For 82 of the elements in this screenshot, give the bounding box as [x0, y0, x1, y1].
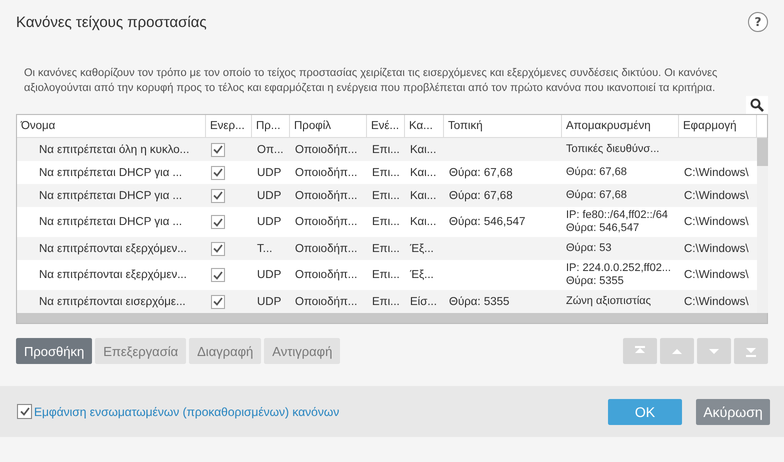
table-cell: Επι...	[372, 269, 400, 281]
checkbox[interactable]	[211, 242, 225, 256]
table-cell: C:\Windows\	[684, 269, 749, 281]
table-cell-text: Θύρα: 5355	[566, 275, 625, 288]
table-cell-text: Θύρα: 53	[566, 242, 613, 255]
column-header[interactable]: Ενέ...	[371, 120, 400, 132]
table-cell: Οποιοδήπ...	[295, 296, 358, 308]
table-cell: Και...	[410, 144, 436, 156]
column-header[interactable]: Προφίλ	[294, 120, 332, 132]
description: Οι κανόνες καθορίζουν τον τρόπο με τον οποίο το τείχος προστασίας χειρίζεται τις εισερχόμενες και εξερχόμενες συνδέσεις δικτύου. Οι κανόνες αξιολογούνται από την κορυφή προς το τέλος και εφαρμόζεται η ενέργεια που προβλέπεται από τον πρώτο κανόνα που ικανοποιεί τα κριτήρια.	[23, 66, 718, 96]
horizontal-scrollbar[interactable]	[17, 313, 767, 323]
table-cell: Θύρα: 546,547	[449, 216, 526, 228]
table-cell: Να επιτρέπεται DHCP για ...	[39, 166, 182, 178]
column-header[interactable]: Τοπική	[448, 120, 483, 132]
table-cell: Οπ...	[257, 144, 284, 156]
checkbox[interactable]	[211, 294, 225, 308]
table-cell: Θύρα: 5355	[449, 296, 510, 308]
checkbox[interactable]	[17, 404, 32, 419]
table-cell: C:\Windows\	[684, 166, 749, 178]
table-cell: C:\Windows\	[684, 242, 749, 254]
table-cell: Επι...	[372, 296, 400, 308]
checkbox[interactable]	[211, 142, 225, 156]
table-cell: Να επιτρέπονται εισερχόμε...	[39, 296, 186, 308]
table-cell: UDP	[257, 296, 282, 308]
action-button[interactable]: Προσθήκη	[16, 338, 92, 364]
table-cell: Επι...	[372, 144, 400, 156]
table-cell-text: Ζώνη αξιοπιστίας	[566, 295, 652, 308]
table-cell: Οποιοδήπ...	[295, 216, 358, 228]
table-cell-text: IP: fe80::/64,ff02::/64	[566, 209, 669, 222]
table-cell-text: Τοπικές διευθύνσ...	[566, 143, 660, 156]
table-cell: Έξ...	[410, 269, 434, 281]
table-cell: Να επιτρέπεται DHCP για ...	[39, 190, 182, 202]
table-cell: Έξ...	[410, 242, 434, 254]
help-button[interactable]: ?	[748, 12, 768, 32]
table-cell: Και...	[410, 190, 436, 202]
table-cell: Θύρα: 67,68	[449, 166, 513, 178]
table-cell: Να επιτρέπονται εξερχόμεν...	[39, 269, 187, 281]
table-cell: Επι...	[372, 216, 400, 228]
table-cell: Οποιοδήπ...	[295, 190, 358, 202]
table-cell: C:\Windows\	[684, 296, 749, 308]
table-cell: UDP	[257, 269, 282, 281]
table-cell: Και...	[410, 216, 436, 228]
column-header[interactable]: Απομακρυσμένη	[566, 120, 651, 132]
table-cell: C:\Windows\	[684, 216, 749, 228]
table-cell: Επι...	[372, 166, 400, 178]
table-cell-text: Θύρα: 67,68	[566, 189, 628, 202]
table-cell: Οποιοδήπ...	[295, 144, 358, 156]
column-header[interactable]: Όνομα	[21, 120, 56, 132]
search-icon	[750, 98, 764, 112]
column-header[interactable]: Ενερ...	[210, 120, 245, 132]
scrollbar[interactable]	[757, 138, 768, 313]
checkbox[interactable]	[211, 268, 225, 282]
table-cell: Οποιοδήπ...	[295, 242, 358, 254]
window-title: Κανόνες τείχους προστασίας	[16, 14, 207, 30]
arrow-down-icon	[745, 346, 757, 356]
arrow-up-icon	[671, 346, 683, 356]
table-cell: UDP	[257, 216, 282, 228]
table-cell-text: Θύρα: 546,547	[566, 222, 640, 235]
checkbox[interactable]	[211, 215, 225, 229]
table-cell: UDP	[257, 166, 282, 178]
column-header[interactable]: Κα...	[409, 120, 433, 132]
table-cell: Θύρα: 67,68	[449, 190, 513, 202]
table-cell: Οποιοδήπ...	[295, 269, 358, 281]
column-header[interactable]: Εφαρμογή	[683, 120, 736, 132]
table-cell-text: Θύρα: 67,68	[566, 166, 628, 179]
table-cell: C:\Windows\	[684, 190, 749, 202]
search-button[interactable]	[746, 96, 768, 114]
table-cell: Επι...	[372, 242, 400, 254]
table-cell: Επι...	[372, 190, 400, 202]
table-cell: Να επιτρέπεται DHCP για ...	[39, 216, 182, 228]
table-cell: Να επιτρέπεται όλη η κυκλο...	[39, 144, 190, 156]
table-cell: UDP	[257, 190, 282, 202]
table-cell: Οποιοδήπ...	[295, 166, 358, 178]
checkbox[interactable]	[211, 166, 225, 180]
table-cell: Να επιτρέπονται εξερχόμεν...	[39, 242, 187, 254]
table-cell: T...	[257, 242, 272, 254]
arrow-down-icon	[708, 346, 720, 356]
column-header[interactable]: Πρ...	[256, 120, 280, 132]
table-cell-text: IP: 224.0.0.252,ff02...	[566, 262, 672, 275]
checkbox[interactable]	[211, 188, 225, 202]
table-cell: Είσ...	[410, 296, 437, 308]
table-cell: Και...	[410, 166, 436, 178]
